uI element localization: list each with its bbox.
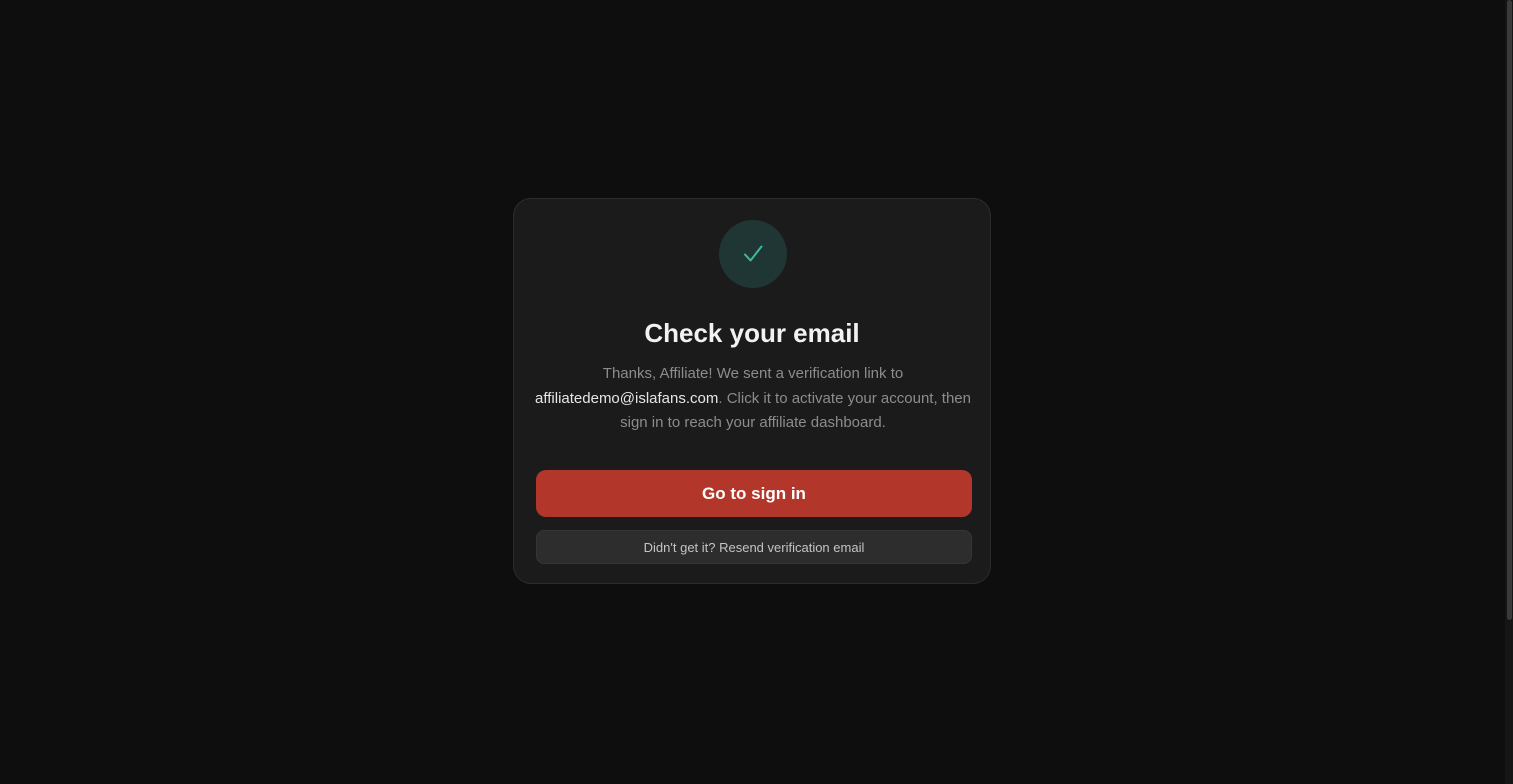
verification-card: Check your email Thanks, Affiliate! We s…: [513, 198, 991, 584]
go-to-sign-in-button[interactable]: Go to sign in: [536, 470, 972, 517]
email-address: affiliatedemo@islafans.com: [535, 389, 719, 407]
resend-verification-button[interactable]: Didn't get it? Resend verification email: [536, 530, 972, 564]
success-badge: [719, 220, 787, 288]
page-title: Check your email: [644, 318, 860, 348]
message-prefix: Thanks, Affiliate! We sent a verificatio…: [602, 365, 904, 382]
scrollbar-thumb[interactable]: [1507, 0, 1512, 620]
scrollbar[interactable]: [1505, 0, 1513, 784]
checkmark-icon: [744, 245, 763, 262]
page-background: Check your email Thanks, Affiliate! We s…: [0, 0, 1513, 784]
verification-message: Thanks, Affiliate! We sent a verificatio…: [534, 362, 972, 436]
